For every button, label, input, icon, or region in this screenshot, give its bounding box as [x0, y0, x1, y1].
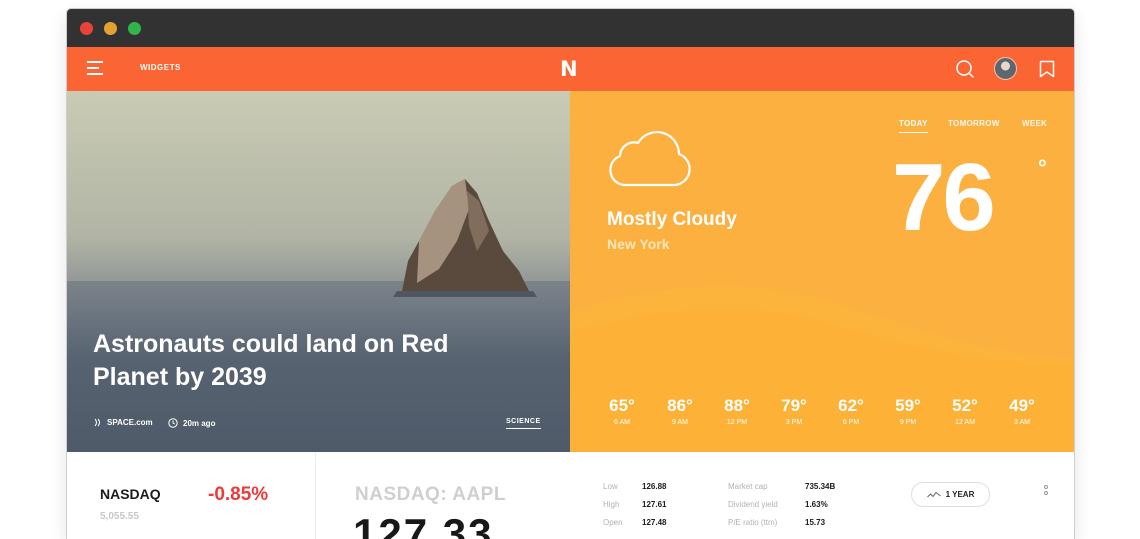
stats-left: Low 126.88 High 127.61 Open 127.48 [603, 482, 666, 536]
stat-row: P/E ratio (ttm) 15.73 [728, 518, 826, 527]
weather-condition: Mostly Cloudy [607, 209, 737, 230]
forecast-item: 65° 6 AM [609, 396, 635, 426]
browser-window: WIDGETS N Astronauts could land on Red P… [67, 9, 1074, 539]
nav-widgets-link[interactable]: WIDGETS [140, 63, 181, 72]
forecast-item: 88° 12 PM [724, 396, 750, 426]
time-ago: 20m ago [183, 418, 216, 428]
source-meta: SPACE.com [93, 418, 153, 427]
headline[interactable]: Astronauts could land on Red Planet by 2… [93, 328, 513, 394]
time-meta: 20m ago [168, 418, 215, 428]
tab-tomorrow[interactable]: TOMORROW [948, 119, 1000, 128]
forecast-item: 59° 9 PM [895, 396, 921, 426]
stat-row: High 127.61 [603, 500, 667, 509]
stat-row: Open 127.48 [603, 518, 667, 527]
stat-row: Low 126.88 [603, 482, 667, 491]
stat-row: Market cap 735.34B [728, 482, 836, 491]
index-value: 5,055.55 [100, 511, 139, 522]
stock-price: 127.33 [353, 510, 494, 539]
more-options-icon[interactable] [1043, 485, 1049, 499]
brand-logo[interactable]: N [560, 57, 578, 81]
stock-ticker: NASDAQ: AAPL [355, 484, 506, 505]
close-window-button[interactable] [80, 22, 93, 35]
tab-today[interactable]: TODAY [899, 119, 928, 133]
time-range-button[interactable]: 1 YEAR [911, 482, 990, 507]
index-name: NASDAQ [100, 486, 161, 502]
forecast-item: 62° 6 PM [838, 396, 864, 426]
stat-row: Dividend yield 1.63% [728, 500, 828, 509]
tab-week[interactable]: WEEK [1022, 119, 1047, 128]
degree-symbol: ° [1038, 155, 1047, 180]
feed-icon [94, 418, 100, 427]
forecast-item: 86° 9 AM [667, 396, 693, 426]
window-titlebar [67, 9, 1074, 47]
news-hero-card[interactable]: Astronauts could land on Red Planet by 2… [67, 91, 570, 452]
bookmark-icon[interactable] [1039, 60, 1055, 78]
index-card[interactable]: NASDAQ -0.85% 5,055.55 [67, 452, 316, 539]
top-navbar: WIDGETS N [67, 47, 1074, 91]
weather-city[interactable]: New York [607, 236, 670, 252]
stats-right: Market cap 735.34B Dividend yield 1.63% P/… [728, 482, 835, 536]
sea-rock-photo [67, 179, 570, 452]
maximize-window-button[interactable] [128, 22, 141, 35]
forecast-item: 52° 12 AM [952, 396, 978, 426]
forecast-item: 79° 3 PM [781, 396, 807, 426]
search-icon[interactable] [955, 59, 975, 79]
index-change: -0.85% [208, 484, 269, 505]
current-temperature: 76 [892, 144, 996, 251]
weather-widget: TODAY TOMORROW WEEK Mostly Cloudy New Yo… [570, 91, 1074, 452]
source-name[interactable]: SPACE.com [107, 418, 153, 427]
hamburger-menu-icon[interactable] [87, 61, 103, 75]
clock-icon [168, 418, 178, 428]
cloud-icon [609, 130, 691, 187]
time-range-label: 1 YEAR [945, 490, 975, 499]
trend-line-icon [926, 491, 941, 497]
stock-detail-card: NASDAQ: AAPL 127.33 Low 126.88 High 127.61… [317, 452, 1074, 539]
forecast-item: 49° 3 AM [1009, 396, 1035, 426]
minimize-window-button[interactable] [104, 22, 117, 35]
user-avatar[interactable] [994, 57, 1017, 80]
category-tag[interactable]: SCIENCE [506, 418, 541, 429]
